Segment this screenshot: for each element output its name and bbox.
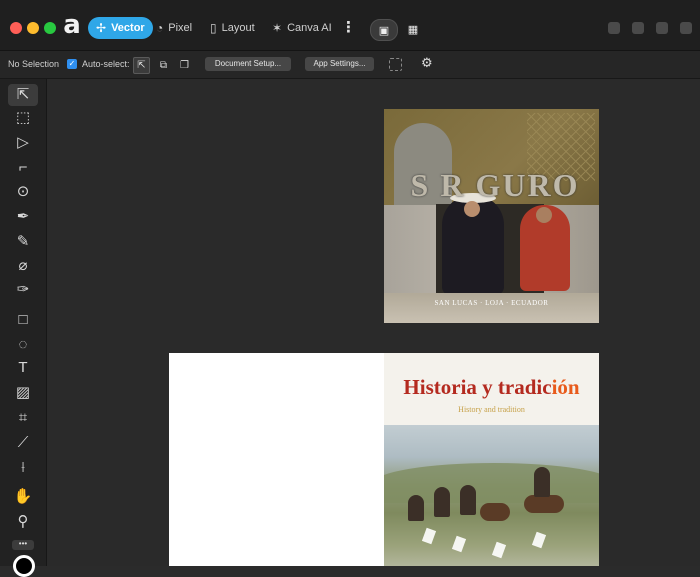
rectangle-tool-icon[interactable]: □ <box>8 309 38 331</box>
align-icon[interactable] <box>632 22 644 34</box>
point-transform-tool-icon[interactable]: ⊙ <box>8 181 38 203</box>
corner-tool-icon[interactable]: ⌐ <box>8 157 38 179</box>
select-group-icon[interactable]: ⧉ <box>155 57 172 74</box>
document-setup-button[interactable]: Document Setup... <box>205 57 291 71</box>
vector-flood-fill-icon[interactable]: ✑ <box>8 279 38 301</box>
painting-figure <box>408 495 424 521</box>
cover-photo-face <box>536 207 552 223</box>
vector-brush-tool-icon[interactable]: ⌀ <box>8 255 38 277</box>
persona-canva-ai-label: Canva AI <box>287 22 332 34</box>
spread-title-main: Historia y tradic <box>403 375 552 399</box>
context-toolbar: No Selection ✓ Auto-select: ⇱ ⧉ ❐ Docume… <box>0 51 700 79</box>
gradient-tool-icon[interactable]: ⟋ <box>8 432 38 454</box>
select-pointer-icon[interactable]: ⇱ <box>133 57 150 74</box>
window-tools-group <box>608 22 692 34</box>
painting-figure <box>434 487 450 517</box>
cover-caption: SAN LUCAS · LOJA · ECUADOR <box>434 299 549 307</box>
picture-frame-icon[interactable]: ▨ <box>8 382 38 404</box>
transform-icon[interactable] <box>656 22 668 34</box>
painting-horse <box>480 503 510 521</box>
title-bar: a ✢ Vector ◔ Pixel ▯ Layout ✶ Canva AI ⋮… <box>0 0 700 51</box>
color-swatch[interactable] <box>13 555 35 577</box>
spread-painting <box>384 425 599 566</box>
canvas[interactable]: S R GURO SAN LUCAS · LOJA · ECUADOR Hist… <box>47 79 700 566</box>
grid-icon: ▦ <box>407 23 419 36</box>
vector-persona-icon: ✢ <box>96 21 107 35</box>
color-picker-icon[interactable]: ⟊ <box>8 457 38 479</box>
painting-paper <box>531 531 547 549</box>
grid-button[interactable]: ▦ <box>401 19 425 39</box>
arrange-icon[interactable] <box>608 22 620 34</box>
pixel-persona-icon: ◔ <box>156 21 164 35</box>
app-settings-button[interactable]: App Settings... <box>305 57 374 71</box>
move-tool-icon[interactable]: ⇱ <box>8 84 38 106</box>
crop-tool-icon[interactable]: ⌗ <box>8 407 38 429</box>
cover-title: S R GURO <box>410 167 580 203</box>
painting-rider <box>534 467 550 497</box>
more-tools-button[interactable]: ••• <box>12 540 34 550</box>
select-layer-icon[interactable]: ❐ <box>176 57 193 74</box>
painting-figure <box>460 485 476 515</box>
auto-select-checkbox[interactable]: ✓ <box>67 59 77 69</box>
persona-vector-tab[interactable]: ✢ Vector <box>88 17 153 39</box>
persona-pixel-label: Pixel <box>168 22 193 34</box>
persona-pixel-tab[interactable]: ◔ Pixel <box>148 17 200 39</box>
zoom-tool-icon[interactable]: ⚲ <box>8 511 38 533</box>
cover-page-top[interactable]: S R GURO SAN LUCAS · LOJA · ECUADOR <box>384 109 599 323</box>
page-right[interactable]: Historia y tradición History and traditi… <box>384 353 599 566</box>
close-window-button[interactable] <box>10 22 22 34</box>
minimize-window-button[interactable] <box>27 22 39 34</box>
cover-photo-ground <box>384 293 599 323</box>
spread-subtitle: History and tradition <box>458 405 525 414</box>
persona-layout-tab[interactable]: ▯ Layout <box>202 17 263 39</box>
spread-title-highlight: ión <box>551 375 580 399</box>
boolean-icon[interactable] <box>680 22 692 34</box>
painting-paper <box>421 527 437 545</box>
text-tool-icon[interactable]: T <box>8 357 38 379</box>
zoom-window-button[interactable] <box>44 22 56 34</box>
tools-panel: ⇱ ⬚ ▷ ⌐ ⊙ ✒ ✎ ⌀ ✑ □ ◌ T ▨ ⌗ ⟋ ⟊ ✋ ⚲ ••• <box>0 79 47 577</box>
persona-layout-label: Layout <box>221 22 255 34</box>
artboard-tool-icon[interactable]: ⬚ <box>8 107 38 129</box>
persona-canva-ai-tab[interactable]: ✶ Canva AI <box>264 17 340 39</box>
assets-button[interactable]: ▣ <box>370 19 398 41</box>
auto-select-label: Auto-select: <box>82 59 130 69</box>
affinity-logo-icon: a <box>63 10 81 40</box>
painting-paper <box>451 535 467 553</box>
painting-horse <box>524 495 564 513</box>
gear-icon[interactable]: ⚙ <box>421 55 433 71</box>
pen-tool-icon[interactable]: ✒ <box>8 206 38 228</box>
painting-paper <box>491 541 507 559</box>
node-tool-icon[interactable]: ▷ <box>8 132 38 154</box>
persona-vector-label: Vector <box>111 22 145 34</box>
assets-icon: ▣ <box>378 24 390 37</box>
pencil-tool-icon[interactable]: ✎ <box>8 231 38 253</box>
spread-title: Historia y tradición <box>384 375 599 400</box>
selection-status: No Selection <box>8 59 60 69</box>
page-spread[interactable]: Historia y tradición History and traditi… <box>169 353 599 566</box>
sparkle-icon: ✶ <box>272 21 283 35</box>
more-menu-icon[interactable]: ⋮ <box>341 17 356 39</box>
layout-persona-icon: ▯ <box>210 21 217 35</box>
shape-builder-icon[interactable]: ◌ <box>8 334 38 356</box>
snapping-icon[interactable] <box>389 58 402 71</box>
view-tool-icon[interactable]: ✋ <box>8 486 38 508</box>
